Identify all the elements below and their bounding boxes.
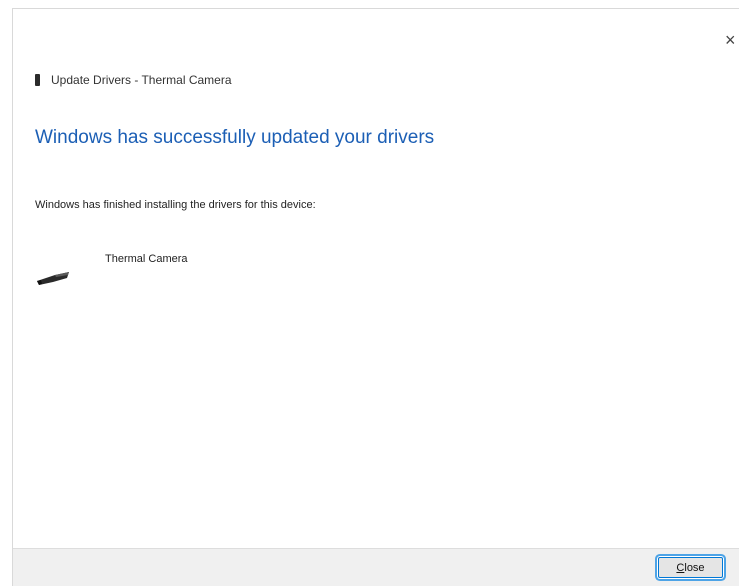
dialog-title-bar: Update Drivers - Thermal Camera [35,71,232,89]
close-window-icon[interactable]: × [725,29,739,51]
dialog-footer: Close [13,548,739,586]
close-button-label: lose [684,561,705,574]
success-heading: Windows has successfully updated your dr… [35,127,435,148]
install-message: Windows has finished installing the driv… [35,199,316,211]
device-manager-icon [35,74,40,86]
update-drivers-dialog: × Update Drivers - Thermal Camera Window… [12,8,739,586]
close-button[interactable]: Close [658,557,723,578]
device-name: Thermal Camera [105,253,188,265]
usb-device-icon [37,272,69,285]
dialog-title: Update Drivers - Thermal Camera [51,73,232,87]
